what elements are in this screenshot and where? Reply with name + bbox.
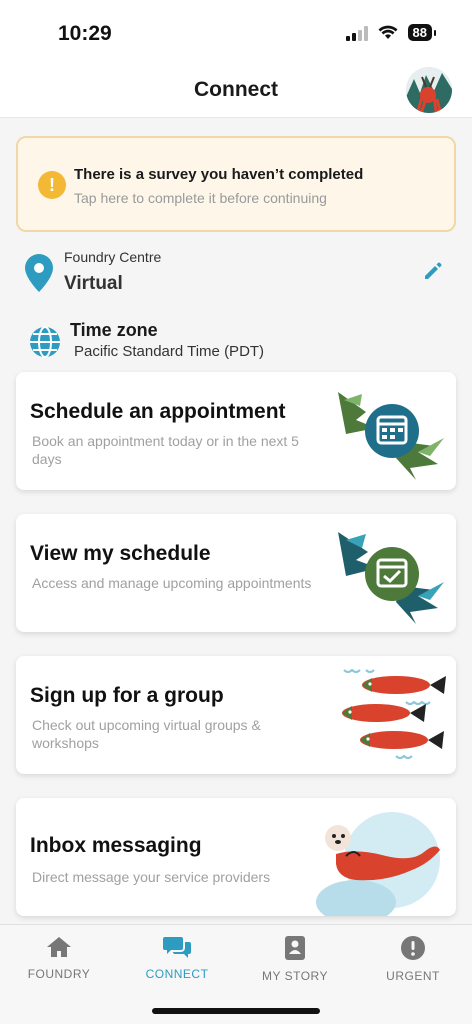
location-label: Foundry Centre (64, 249, 162, 265)
timezone-value: Pacific Standard Time (PDT) (74, 343, 265, 360)
wifi-icon (378, 25, 398, 39)
calendar-icon (338, 392, 444, 480)
survey-banner[interactable]: ! There is a survey you haven’t complete… (16, 136, 456, 232)
tab-label: FOUNDRY (27, 967, 91, 981)
home-icon (47, 937, 71, 957)
card-title: Inbox messaging (30, 834, 202, 857)
status-indicators: 88 (345, 24, 437, 41)
location-value: Virtual (64, 273, 123, 294)
timezone-label: Time zone (70, 320, 158, 340)
tab-foundry[interactable]: FOUNDRY (0, 935, 118, 981)
survey-subtitle: Tap here to complete it before continuin… (74, 190, 327, 206)
card-subtitle: Book an appointment today or in the next… (32, 433, 299, 467)
tab-my-story[interactable]: MY STORY (236, 935, 354, 983)
tab-label: URGENT (386, 969, 440, 983)
tab-label: CONNECT (145, 967, 209, 981)
card-title: Sign up for a group (30, 684, 224, 707)
location-pin-icon (25, 254, 53, 292)
inbox-messaging-card[interactable]: Inbox messaging Direct message your serv… (16, 798, 456, 916)
app-header: Connect (0, 62, 472, 118)
calendar-check-icon (338, 532, 444, 624)
chat-icon (163, 937, 191, 958)
sign-up-group-card[interactable]: Sign up for a group Check out upcoming v… (16, 656, 456, 774)
status-time: 10:29 (58, 22, 112, 45)
home-indicator (152, 1008, 320, 1014)
tab-urgent[interactable]: URGENT (354, 935, 472, 983)
cellular-signal-icon (345, 25, 368, 41)
battery-indicator: 88 (407, 24, 437, 41)
page-title: Connect (194, 78, 278, 101)
status-bar: 10:29 88 (0, 0, 472, 62)
globe-icon (30, 326, 60, 358)
tab-connect[interactable]: CONNECT (118, 935, 236, 981)
salmon-icon (342, 668, 446, 759)
pencil-icon[interactable] (422, 260, 444, 282)
schedule-appointment-card[interactable]: Schedule an appointment Book an appointm… (16, 372, 456, 490)
alert-icon: ! (38, 171, 66, 199)
card-subtitle: Check out upcoming virtual groups & work… (32, 717, 261, 751)
profile-avatar-icon[interactable] (406, 67, 452, 113)
survey-title: There is a survey you haven’t completed (74, 166, 364, 183)
card-title: View my schedule (30, 542, 211, 565)
otter-icon (316, 812, 440, 916)
view-schedule-card[interactable]: View my schedule Access and manage upcom… (16, 514, 456, 632)
tab-label: MY STORY (261, 969, 329, 983)
alert-icon (401, 936, 425, 960)
card-subtitle: Access and manage upcoming appointments (32, 575, 312, 591)
book-icon (285, 936, 305, 960)
card-title: Schedule an appointment (30, 400, 286, 423)
card-subtitle: Direct message your service providers (32, 869, 271, 885)
